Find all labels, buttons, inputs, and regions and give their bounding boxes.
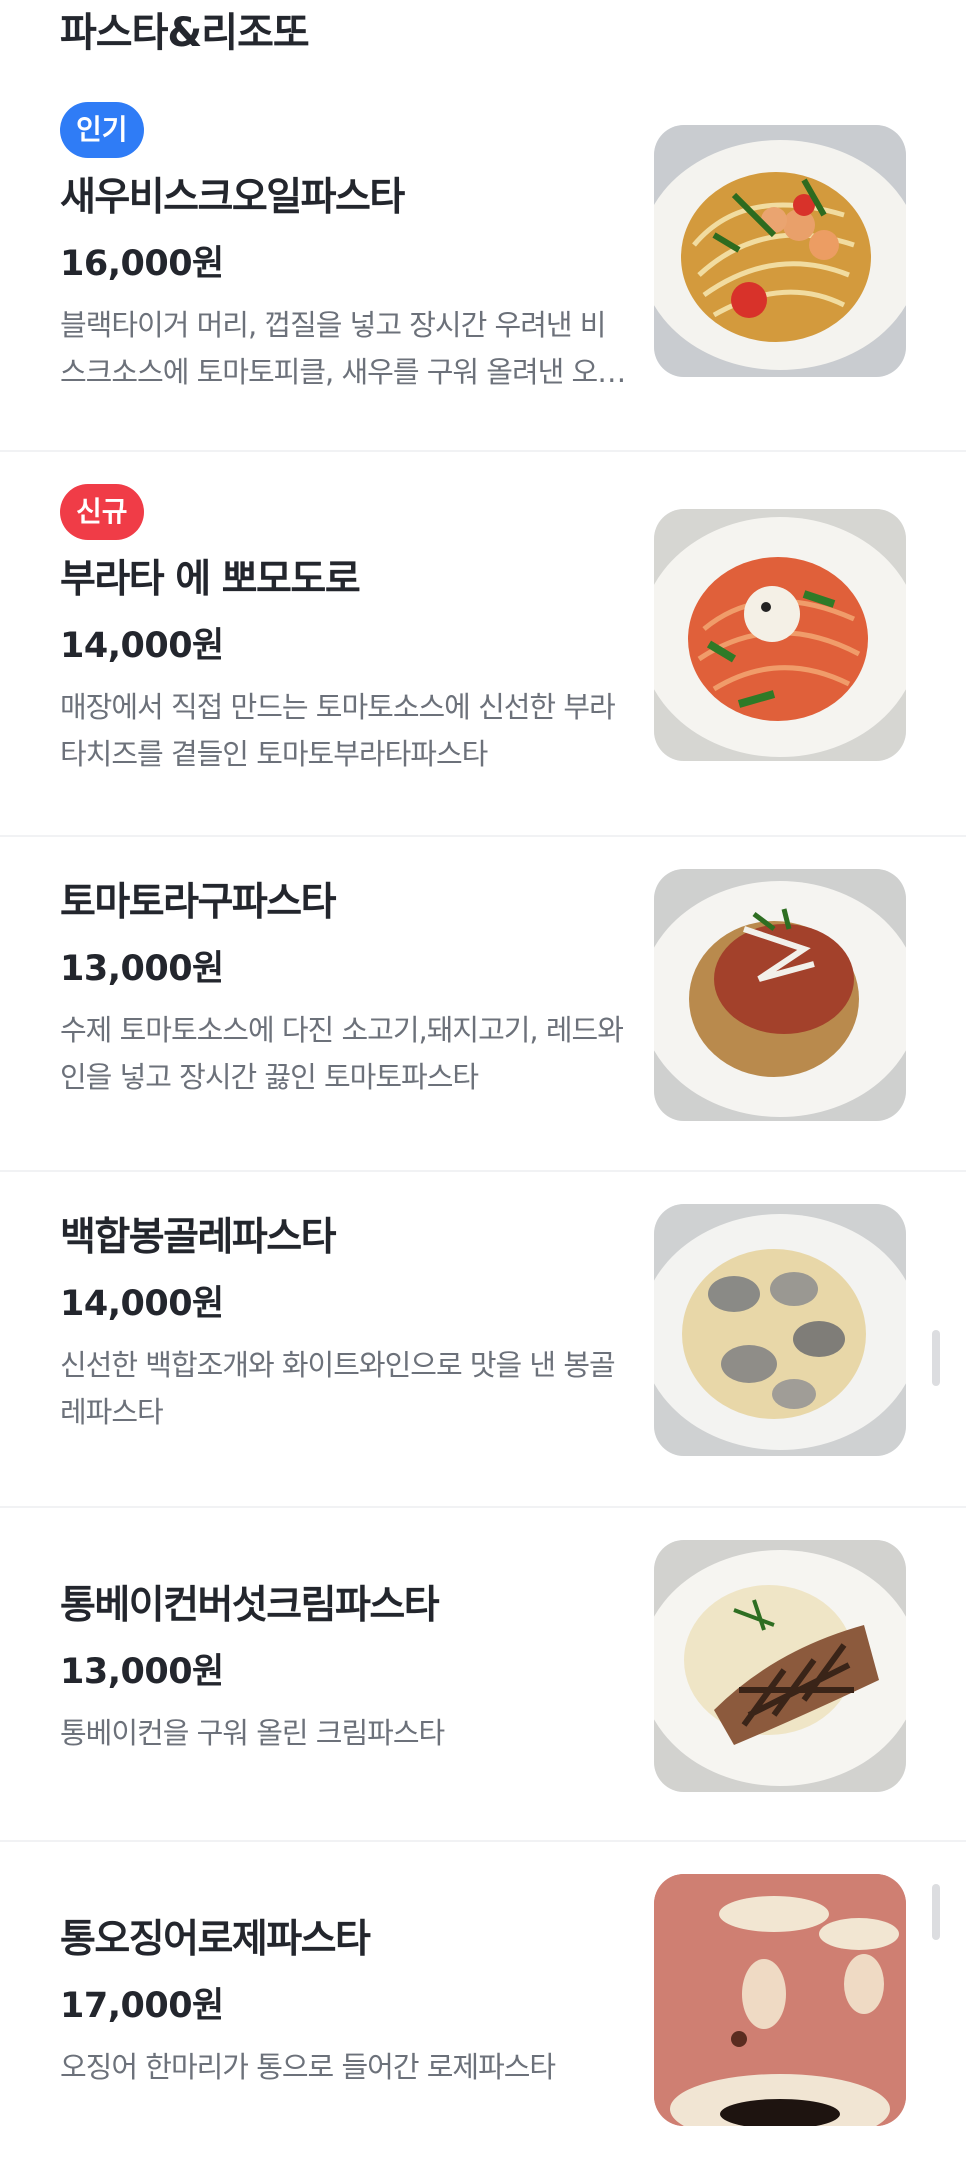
popular-badge: 인기 (60, 102, 144, 158)
menu-item-price: 14,000원 (60, 1284, 224, 1324)
menu-item-description: 오징어 한마리가 통으로 들어간 로제파스타 (60, 2050, 556, 2084)
menu-item-description: 신선한 백합조개와 화이트와인으로 맛을 낸 봉골레파스타 (60, 1348, 616, 1429)
menu-item-description: 블랙타이거 머리, 껍질을 넣고 장시간 우려낸 비스크소스에 토마토피클, 새… (60, 308, 624, 389)
menu-item-tomato-ragu-pasta[interactable]: 토마토라구파스타 13,000원 수제 토마토소스에 다진 소고기,돼지고기, … (0, 837, 966, 1172)
menu-item-name: 백합봉골레파스타 (60, 1215, 337, 1260)
squid-rose-pasta-photo[interactable] (654, 1874, 906, 2126)
scrollbar-thumb[interactable] (932, 1330, 940, 1386)
menu-item-description: 통베이컨을 구워 올린 크림파스타 (60, 1716, 445, 1750)
menu-item-price: 13,000원 (60, 1652, 224, 1692)
tomato-ragu-pasta-photo[interactable] (654, 869, 906, 1121)
new-badge: 신규 (60, 484, 144, 540)
menu-item-description: 수제 토마토소스에 다진 소고기,돼지고기, 레드와인을 넣고 장시간 끓인 토… (60, 1013, 624, 1094)
scrollbar-thumb-secondary[interactable] (932, 1884, 940, 1940)
menu-item-name: 부라타 에 뽀모도로 (60, 557, 361, 602)
burrata-tomato-pasta-photo[interactable] (654, 509, 906, 761)
menu-page: 파스타&리조또 인기 새우비스크오일파스타 16,000원 블랙타이거 머리, … (0, 0, 966, 2164)
menu-item-shrimp-bisque-pasta[interactable]: 인기 새우비스크오일파스타 16,000원 블랙타이거 머리, 껍질을 넣고 장… (0, 70, 966, 452)
menu-item-name: 통오징어로제파스타 (60, 1917, 371, 1962)
menu-item-name: 통베이컨버섯크림파스타 (60, 1583, 440, 1628)
shrimp-oil-pasta-photo[interactable] (654, 125, 906, 377)
bacon-cream-pasta-photo[interactable] (654, 1540, 906, 1792)
menu-item-name: 토마토라구파스타 (60, 880, 337, 925)
clam-vongole-pasta-photo[interactable] (654, 1204, 906, 1456)
menu-item-price: 13,000원 (60, 949, 224, 989)
menu-item-whole-squid-rose-pasta[interactable]: 통오징어로제파스타 17,000원 오징어 한마리가 통으로 들어간 로제파스타 (0, 1842, 966, 2164)
menu-item-price: 16,000원 (60, 244, 224, 284)
menu-item-bacon-mushroom-cream-pasta[interactable]: 통베이컨버섯크림파스타 13,000원 통베이컨을 구워 올린 크림파스타 (0, 1508, 966, 1842)
menu-list: 인기 새우비스크오일파스타 16,000원 블랙타이거 머리, 껍질을 넣고 장… (0, 70, 966, 2164)
menu-item-price: 14,000원 (60, 626, 224, 666)
section-title: 파스타&리조또 (60, 10, 310, 56)
menu-item-price: 17,000원 (60, 1986, 224, 2026)
menu-item-clam-vongole-pasta[interactable]: 백합봉골레파스타 14,000원 신선한 백합조개와 화이트와인으로 맛을 낸 … (0, 1172, 966, 1508)
menu-item-name: 새우비스크오일파스타 (60, 175, 405, 220)
menu-item-burrata-pomodoro[interactable]: 신규 부라타 에 뽀모도로 14,000원 매장에서 직접 만드는 토마토소스에… (0, 452, 966, 837)
menu-item-description: 매장에서 직접 만드는 토마토소스에 신선한 부라타치즈를 곁들인 토마토부라타… (60, 690, 616, 771)
